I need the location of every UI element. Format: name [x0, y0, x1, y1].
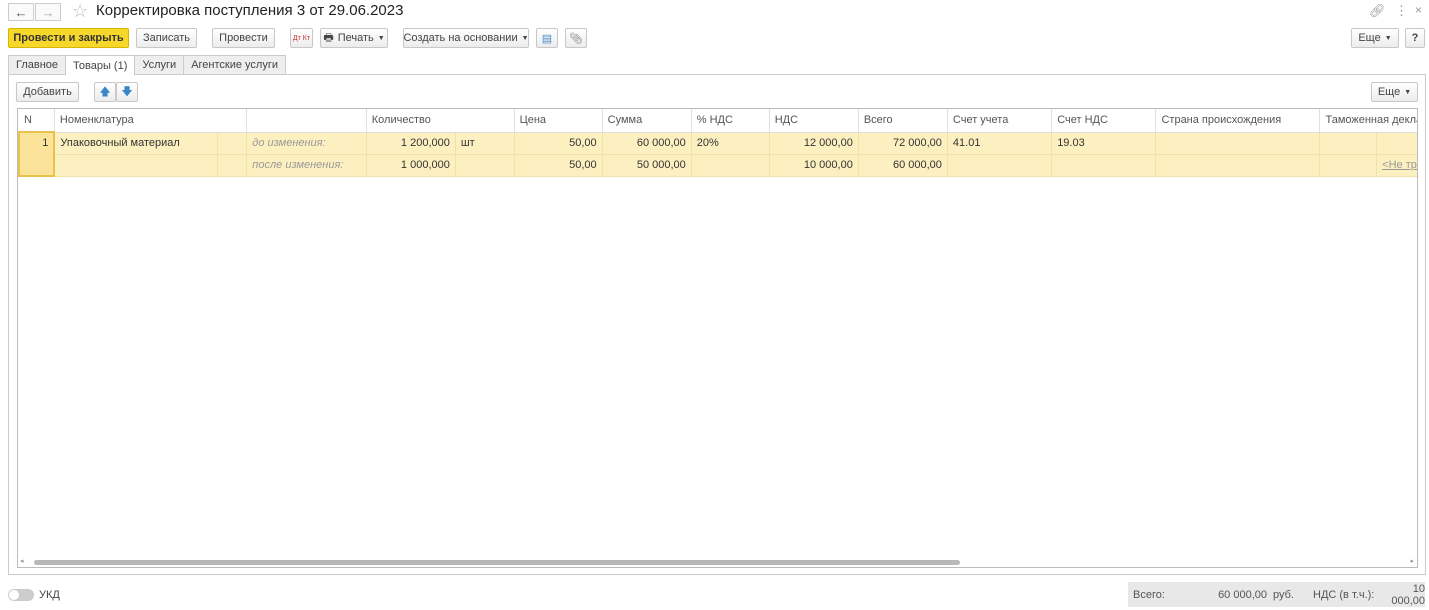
printer-icon: 🖶 [323, 31, 334, 44]
move-down-button[interactable]: 🡇 [116, 82, 138, 102]
sum-before[interactable]: 60 000,00 [602, 132, 692, 155]
more-vertical-icon[interactable]: ⋮ [1395, 3, 1408, 19]
col-sum[interactable]: Сумма [602, 109, 692, 133]
vat-value: 10 000,00 [1391, 582, 1425, 607]
back-button[interactable]: ← [8, 3, 34, 21]
table-more-label: Еще [1377, 86, 1401, 98]
chevron-down-icon: ▼ [521, 34, 529, 42]
price-before[interactable]: 50,00 [514, 132, 603, 155]
col-vat-account[interactable]: Счет НДС [1051, 109, 1157, 133]
col-vat-rate[interactable]: % НДС [691, 109, 770, 133]
ukd-toggle[interactable] [8, 589, 34, 601]
tab-goods[interactable]: Товары (1) [65, 55, 136, 75]
help-button[interactable]: ? [1405, 28, 1425, 48]
col-n[interactable]: N [19, 109, 55, 133]
total-before[interactable]: 72 000,00 [858, 132, 948, 155]
col-label [246, 109, 367, 133]
totals-footer: Всего: 60 000,00 руб. НДС (в т.ч.): 10 0… [1128, 582, 1425, 607]
create-based-on-button[interactable]: Создать на основании ▼ [403, 28, 529, 48]
total-value: 60 000,00 [1218, 588, 1267, 601]
arrow-up-icon: 🡅 [99, 85, 111, 98]
vat-account[interactable]: 19.03 [1051, 132, 1157, 155]
table-row[interactable]: 1 Упаковочный материал до изменения: 1 2… [18, 131, 1417, 177]
total-label: Всего: [1133, 588, 1165, 601]
dt-kt-button[interactable]: Дт Кт [290, 28, 313, 48]
tab-agent-services[interactable]: Агентские услуги [183, 55, 286, 74]
scroll-right-icon[interactable]: ▸ [1410, 557, 1414, 565]
close-icon[interactable]: × [1415, 3, 1422, 17]
col-vat[interactable]: НДС [769, 109, 859, 133]
unit[interactable]: шт [455, 132, 515, 155]
post-button[interactable]: Провести [212, 28, 275, 48]
structure-button[interactable]: ▤ [536, 28, 558, 48]
vat-rate[interactable]: 20% [691, 132, 770, 155]
col-customs[interactable]: Таможенная декларация [1319, 109, 1417, 133]
price-after[interactable]: 50,00 [514, 154, 603, 177]
tab-main[interactable]: Главное [8, 55, 67, 74]
chevron-down-icon: ▼ [377, 34, 385, 42]
more-button[interactable]: Еще ▼ [1351, 28, 1399, 48]
add-button[interactable]: Добавить [16, 82, 79, 102]
print-button[interactable]: 🖶 Печать ▼ [320, 28, 388, 48]
chevron-down-icon: ▼ [1404, 88, 1412, 96]
table-header: N Номенклатура Количество Цена Сумма % Н… [19, 109, 1417, 133]
ukd-label: УКД [39, 589, 60, 601]
col-nomenclature[interactable]: Номенклатура [54, 109, 248, 133]
vat-after[interactable]: 10 000,00 [769, 154, 859, 177]
col-account[interactable]: Счет учета [947, 109, 1053, 133]
vat-before[interactable]: 12 000,00 [769, 132, 859, 155]
qty-before[interactable]: 1 200,000 [366, 132, 456, 155]
col-quantity[interactable]: Количество [366, 109, 515, 133]
col-country[interactable]: Страна происхождения [1155, 109, 1321, 133]
total-after[interactable]: 60 000,00 [858, 154, 948, 177]
table-row-after[interactable]: после изменения: 1 000,000 50,00 50 000,… [19, 154, 1417, 177]
dt-kt-icon: Дт Кт [292, 34, 311, 42]
print-label: Печать [337, 32, 374, 44]
after-label: после изменения: [246, 154, 367, 177]
item-name[interactable]: Упаковочный материал [54, 132, 218, 155]
forward-button[interactable]: → [35, 3, 61, 21]
customs-link[interactable]: <Не требуется> [1376, 154, 1417, 177]
tab-bar: Главное Товары (1) Услуги Агентские услу… [8, 55, 286, 75]
post-and-close-button[interactable]: Провести и закрыть [8, 28, 129, 48]
paperclip-icon: 📎︎ [569, 32, 583, 45]
currency: руб. [1273, 588, 1294, 601]
col-price[interactable]: Цена [514, 109, 603, 133]
country[interactable] [1155, 132, 1321, 155]
chevron-down-icon: ▼ [1384, 34, 1392, 42]
horizontal-scrollbar[interactable]: ◂ ▸ [18, 557, 1417, 567]
arrow-down-icon: 🡇 [121, 85, 133, 98]
account[interactable]: 41.01 [947, 132, 1053, 155]
row-number[interactable]: 1 [18, 131, 56, 177]
scrollbar-thumb[interactable] [34, 560, 960, 565]
page-title: Корректировка поступления 3 от 29.06.202… [96, 2, 404, 19]
col-total[interactable]: Всего [858, 109, 948, 133]
structure-icon: ▤ [541, 32, 553, 45]
tab-services[interactable]: Услуги [134, 55, 185, 74]
table-more-button[interactable]: Еще ▼ [1371, 82, 1418, 102]
create-based-label: Создать на основании [403, 32, 518, 44]
attach-button[interactable]: 📎︎ [565, 28, 587, 48]
move-up-button[interactable]: 🡅 [94, 82, 116, 102]
before-label: до изменения: [246, 132, 367, 155]
sum-after[interactable]: 50 000,00 [602, 154, 692, 177]
link-icon[interactable]: 🔗︎ [1369, 3, 1386, 19]
vat-label: НДС (в т.ч.): [1313, 588, 1375, 601]
more-label: Еще [1358, 32, 1381, 44]
qty-after[interactable]: 1 000,000 [366, 154, 456, 177]
goods-table[interactable]: N Номенклатура Количество Цена Сумма % Н… [17, 108, 1418, 568]
scroll-left-icon[interactable]: ◂ [20, 557, 24, 565]
favorite-star-icon[interactable]: ☆ [72, 1, 88, 22]
save-button[interactable]: Записать [136, 28, 197, 48]
